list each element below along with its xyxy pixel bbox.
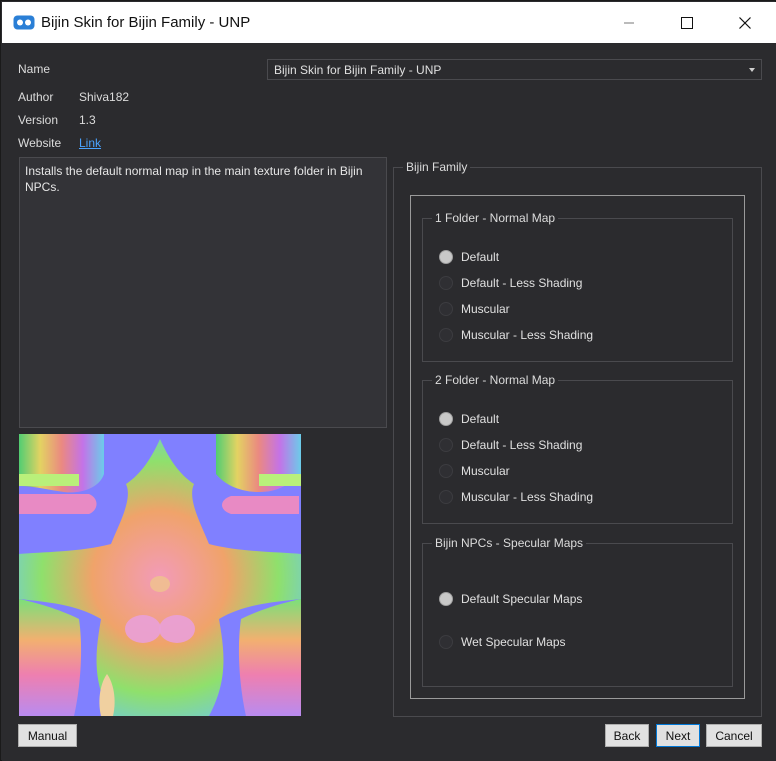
radio-button[interactable] [439,250,453,264]
version-value: 1.3 [79,113,96,127]
group-3-title: Bijin NPCs - Specular Maps [432,536,587,550]
radio-button[interactable] [439,302,453,316]
back-button[interactable]: Back [605,724,649,747]
radio-option[interactable]: Muscular - Less Shading [439,489,593,505]
radio-label: Muscular - Less Shading [461,490,594,504]
radio-label: Muscular - Less Shading [461,328,594,342]
radio-option[interactable]: Default [439,411,499,427]
minimize-icon [624,22,634,23]
next-button[interactable]: Next [656,724,700,747]
window-title: Bijin Skin for Bijin Family - UNP [41,14,251,31]
radio-label: Default - Less Shading [461,276,583,290]
close-icon [739,16,751,29]
group-3-specular-maps [422,543,733,687]
plugin-select[interactable]: Bijin Skin for Bijin Family - UNP [267,59,762,80]
radio-option[interactable]: Default Specular Maps [439,591,582,607]
radio-option[interactable]: Muscular [439,301,510,317]
radio-option[interactable]: Default - Less Shading [439,275,582,291]
radio-button[interactable] [439,276,453,290]
author-value: Shiva182 [79,90,130,104]
radio-option[interactable]: Muscular - Less Shading [439,327,593,343]
radio-option[interactable]: Muscular [439,463,510,479]
group-2-title: 2 Folder - Normal Map [432,373,559,387]
radio-button[interactable] [439,412,453,426]
radio-option[interactable]: Wet Specular Maps [439,634,566,650]
name-label: Name [18,62,51,76]
group-1-title: 1 Folder - Normal Map [432,211,559,225]
installer-content: Name Author Shiva182 Version 1.3 Website… [2,43,776,761]
cancel-button[interactable]: Cancel [706,724,762,747]
installer-window: Bijin Skin for Bijin Family - UNP Name A… [0,0,776,761]
radio-button[interactable] [439,592,453,606]
radio-label: Muscular [461,302,510,316]
close-button[interactable] [716,2,774,43]
radio-label: Default [461,412,500,426]
options-group-title: Bijin Family [403,160,471,174]
radio-button[interactable] [439,490,453,504]
radio-button[interactable] [439,328,453,342]
radio-button[interactable] [439,635,453,649]
radio-button[interactable] [439,438,453,452]
maximize-button[interactable] [658,2,716,43]
chevron-down-icon [749,68,755,72]
preview-image [19,434,301,716]
website-label: Website [18,136,62,150]
version-label: Version [18,113,59,127]
radio-option[interactable]: Default - Less Shading [439,437,582,453]
website-link[interactable]: Link [79,136,101,150]
radio-label: Muscular [461,464,510,478]
minimize-button[interactable] [600,2,658,43]
manual-button[interactable]: Manual [18,724,77,747]
plugin-select-value: Bijin Skin for Bijin Family - UNP [274,63,442,77]
description-text: Installs the default normal map in the m… [25,164,363,194]
description-box[interactable]: Installs the default normal map in the m… [19,157,387,428]
radio-label: Default [461,250,500,264]
app-icon [13,15,35,30]
radio-option[interactable]: Default [439,249,499,265]
title-bar[interactable]: Bijin Skin for Bijin Family - UNP [2,2,776,43]
radio-button[interactable] [439,464,453,478]
maximize-icon [681,16,693,29]
radio-label: Default Specular Maps [461,592,583,606]
radio-label: Wet Specular Maps [461,635,566,649]
author-label: Author [18,90,54,104]
radio-label: Default - Less Shading [461,438,583,452]
